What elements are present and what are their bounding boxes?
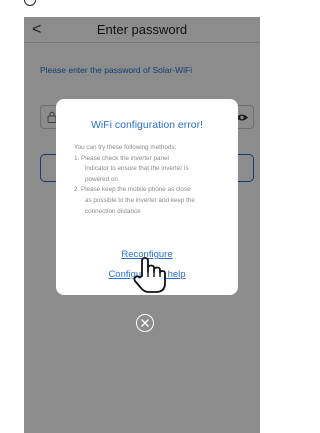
phone-screen: < Enter password Please enter the passwo… [0, 0, 260, 433]
step-1-line-1: 1. Please check the inverter panel [74, 154, 169, 162]
close-circle-icon [141, 319, 149, 327]
app-screen: < Enter password Please enter the passwo… [24, 17, 260, 433]
status-indicator [24, 0, 36, 6]
close-dialog-button[interactable] [136, 314, 154, 332]
step-1-line-3: powered on [85, 175, 118, 183]
dialog-title: WiFi configuration error! [90, 119, 204, 131]
methods-intro: You can try these following methods: [74, 144, 177, 151]
step-2-line-3: connection distance [85, 207, 141, 215]
dialog-body: You can try these following methods: 1. … [74, 143, 234, 217]
step-1-line-2: indicator to ensure that the inverter is [85, 165, 189, 173]
step-2-line-1: 2. Please keep the mobile phone as close [74, 186, 191, 194]
step-2-line-2: as possible to the inverter and keep the [85, 196, 195, 204]
hand-pointer-icon [133, 257, 166, 293]
